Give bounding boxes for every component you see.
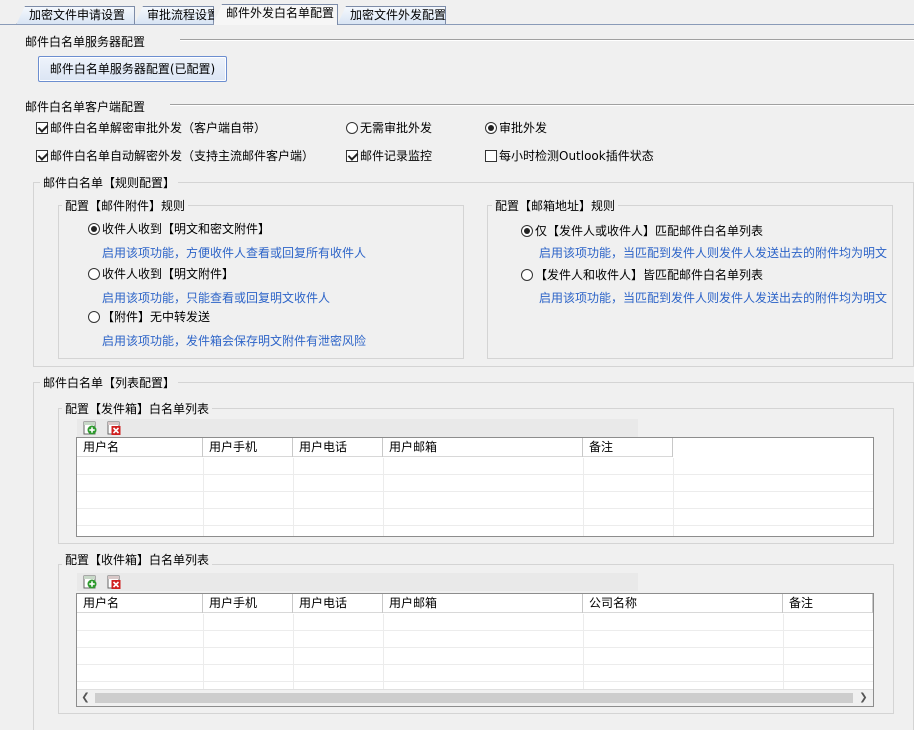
checkbox-icon[interactable] <box>485 150 497 162</box>
radio-icon[interactable] <box>88 311 100 323</box>
decrypt-approval-send-label: 邮件白名单解密审批外发（客户端自带） <box>50 121 267 135</box>
table-row[interactable] <box>77 475 873 492</box>
plain-and-cipher-attachment-label: 收件人收到【明文和密文附件】 <box>102 222 271 236</box>
server-config-button[interactable]: 邮件白名单服务器配置(已配置) <box>38 56 227 82</box>
plain-attachment-hint: 启用该项功能，只能查看或回复明文收件人 <box>102 291 331 305</box>
tab-encrypt-file-apply[interactable]: 加密文件申请设置 <box>16 6 135 25</box>
table-row[interactable] <box>77 631 873 648</box>
approval-send-label: 审批外发 <box>499 121 548 135</box>
column-header-username[interactable]: 用户名 <box>77 438 203 457</box>
client-section-line <box>170 104 914 106</box>
scroll-left-icon[interactable]: ❮ <box>77 690 94 706</box>
attachment-no-relay-hint: 启用该项功能，发件箱会保存明文附件有泄密风险 <box>102 334 367 348</box>
outlook-plugin-check-label: 每小时检测Outlook插件状态 <box>499 149 654 163</box>
sender-or-recipient-radio[interactable]: 仅【发件人或收件人】匹配邮件白名单列表 <box>521 224 763 238</box>
plain-and-cipher-attachment-radio[interactable]: 收件人收到【明文和密文附件】 <box>88 222 270 236</box>
column-header-remark[interactable]: 备注 <box>783 594 873 613</box>
server-section-title: 邮件白名单服务器配置 <box>25 33 152 50</box>
outbox-whitelist-table[interactable]: 用户名 用户手机 用户电话 用户邮箱 备注 <box>76 437 874 537</box>
tab-bar: 加密文件申请设置 审批流程设置 邮件外发白名单配置 加密文件外发配置 <box>0 0 914 25</box>
column-header-email[interactable]: 用户邮箱 <box>383 594 583 613</box>
column-header-remark[interactable]: 备注 <box>583 438 673 457</box>
auto-decrypt-send-label: 邮件白名单自动解密外发（支持主流邮件客户端） <box>50 149 315 163</box>
column-header-mobile[interactable]: 用户手机 <box>203 438 293 457</box>
approval-send-radio[interactable]: 审批外发 <box>485 121 547 135</box>
column-header-company[interactable]: 公司名称 <box>583 594 783 613</box>
auto-decrypt-send-checkbox[interactable]: 邮件白名单自动解密外发（支持主流邮件客户端） <box>36 149 314 163</box>
tab-approval-flow[interactable]: 审批流程设置 <box>134 6 214 25</box>
mail-record-monitor-label: 邮件记录监控 <box>360 149 433 163</box>
no-approval-radio[interactable]: 无需审批外发 <box>346 121 432 135</box>
inbox-whitelist-table[interactable]: 用户名 用户手机 用户电话 用户邮箱 公司名称 备注 ❮ ❯ <box>76 593 874 707</box>
add-icon[interactable] <box>83 575 97 589</box>
attachment-no-relay-label: 【附件】无中转发送 <box>102 310 211 324</box>
outlook-plugin-check-checkbox[interactable]: 每小时检测Outlook插件状态 <box>485 149 654 163</box>
plain-and-cipher-attachment-hint: 启用该项功能，方便收件人查看或回复所有收件人 <box>102 246 367 260</box>
horizontal-scrollbar[interactable]: ❮ ❯ <box>77 689 873 706</box>
radio-icon[interactable] <box>346 122 358 134</box>
radio-icon[interactable] <box>521 269 533 281</box>
delete-icon[interactable] <box>107 575 121 589</box>
radio-icon[interactable] <box>485 122 497 134</box>
checkbox-icon[interactable] <box>36 122 48 134</box>
column-divider <box>583 458 584 536</box>
sender-or-recipient-hint: 启用该项功能，当匹配到发件人则发件人发送出去的附件均为明文 <box>539 246 888 260</box>
radio-icon[interactable] <box>521 225 533 237</box>
decrypt-approval-send-checkbox[interactable]: 邮件白名单解密审批外发（客户端自带） <box>36 121 266 135</box>
outbox-toolbar <box>77 419 638 437</box>
plain-attachment-radio[interactable]: 收件人收到【明文附件】 <box>88 267 234 281</box>
column-header-mobile[interactable]: 用户手机 <box>203 594 293 613</box>
column-header-phone[interactable]: 用户电话 <box>293 438 383 457</box>
radio-icon[interactable] <box>88 268 100 280</box>
checkbox-icon[interactable] <box>346 150 358 162</box>
sender-and-recipient-hint: 启用该项功能，当匹配到发件人则发件人发送出去的附件均为明文 <box>539 291 888 305</box>
add-icon[interactable] <box>83 421 97 435</box>
column-divider <box>293 458 294 536</box>
table-row[interactable] <box>77 458 873 475</box>
address-rules-title: 配置【邮箱地址】规则 <box>492 197 619 214</box>
checkbox-icon[interactable] <box>36 150 48 162</box>
list-section-title: 邮件白名单【列表配置】 <box>40 374 179 391</box>
column-header-phone[interactable]: 用户电话 <box>293 594 383 613</box>
column-divider <box>783 614 784 689</box>
column-divider <box>583 614 584 689</box>
inbox-title: 配置【收件箱】白名单列表 <box>62 551 213 568</box>
outbox-title: 配置【发件箱】白名单列表 <box>62 400 213 417</box>
column-divider <box>673 458 674 536</box>
no-approval-label: 无需审批外发 <box>360 121 433 135</box>
sender-and-recipient-label: 【发件人和收件人】皆匹配邮件白名单列表 <box>535 268 764 282</box>
scroll-right-icon[interactable]: ❯ <box>855 690 872 706</box>
column-divider <box>203 614 204 689</box>
column-header-email[interactable]: 用户邮箱 <box>383 438 583 457</box>
tab-encrypt-file-send[interactable]: 加密文件外发配置 <box>337 6 446 25</box>
column-divider <box>383 458 384 536</box>
radio-icon[interactable] <box>88 223 100 235</box>
inbox-table-header: 用户名 用户手机 用户电话 用户邮箱 公司名称 备注 <box>77 594 873 613</box>
tab-mail-whitelist[interactable]: 邮件外发白名单配置 <box>213 4 338 25</box>
scrollbar-thumb[interactable] <box>95 693 853 703</box>
column-divider <box>383 614 384 689</box>
column-divider <box>203 458 204 536</box>
column-header-username[interactable]: 用户名 <box>77 594 203 613</box>
inbox-toolbar <box>77 573 638 591</box>
mail-record-monitor-checkbox[interactable]: 邮件记录监控 <box>346 149 432 163</box>
table-row[interactable] <box>77 614 873 631</box>
table-row[interactable] <box>77 648 873 665</box>
sender-or-recipient-label: 仅【发件人或收件人】匹配邮件白名单列表 <box>535 224 764 238</box>
table-row[interactable] <box>77 665 873 682</box>
outbox-table-header: 用户名 用户手机 用户电话 用户邮箱 备注 <box>77 438 673 457</box>
sender-and-recipient-radio[interactable]: 【发件人和收件人】皆匹配邮件白名单列表 <box>521 268 763 282</box>
attachment-rules-title: 配置【邮件附件】规则 <box>62 197 189 214</box>
column-divider <box>293 614 294 689</box>
attachment-no-relay-radio[interactable]: 【附件】无中转发送 <box>88 310 210 324</box>
delete-icon[interactable] <box>107 421 121 435</box>
table-row[interactable] <box>77 492 873 509</box>
table-row[interactable] <box>77 509 873 526</box>
plain-attachment-label: 收件人收到【明文附件】 <box>102 267 235 281</box>
rules-section-title: 邮件白名单【规则配置】 <box>40 174 179 191</box>
client-section-title: 邮件白名单客户端配置 <box>25 98 152 115</box>
server-section-line <box>180 39 914 41</box>
